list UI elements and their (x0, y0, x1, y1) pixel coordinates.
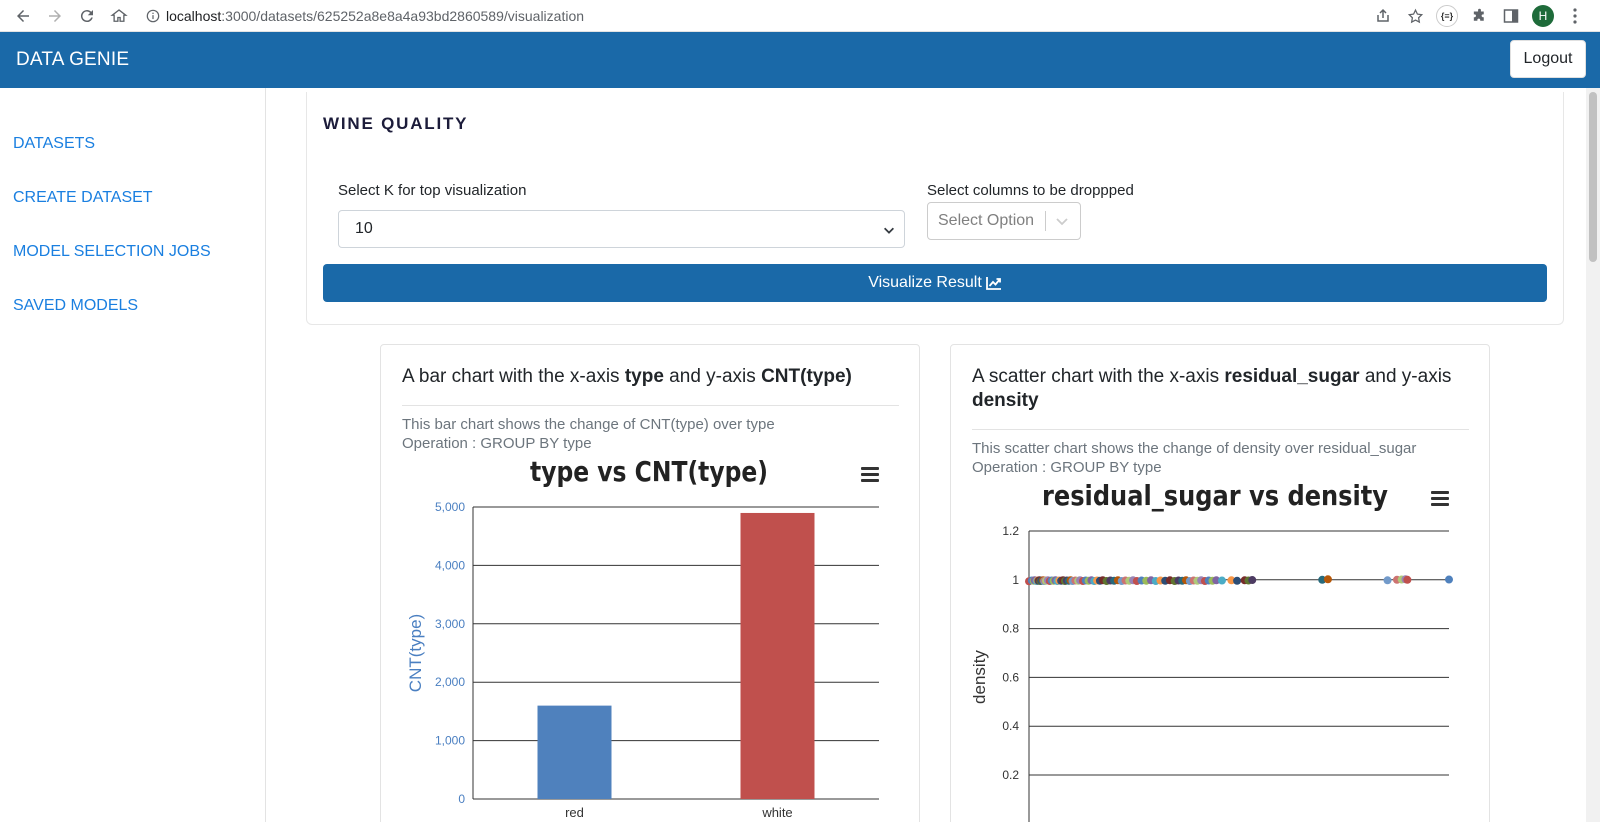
title-text: A bar chart with the x-axis (402, 366, 625, 387)
scatter-point (1248, 576, 1257, 585)
sidebar: DATASETS CREATE DATASET MODEL SELECTION … (0, 88, 266, 822)
scatter-point (1323, 575, 1332, 584)
description-line: This scatter chart shows the change of d… (972, 440, 1417, 457)
title-text: and y-axis (663, 366, 762, 387)
bar (740, 512, 815, 799)
forward-icon[interactable] (40, 2, 70, 30)
visualize-result-label: Visualize Result (868, 274, 982, 291)
y-tick-label: 1,000 (435, 734, 465, 748)
columns-multiselect[interactable]: Select Option (927, 202, 1081, 240)
profile-avatar[interactable]: H (1532, 5, 1554, 27)
scatter-point (1217, 576, 1226, 585)
k-select-value: 10 (355, 220, 373, 237)
title-x-field: type (624, 366, 664, 387)
title-text: and y-axis (1359, 366, 1452, 387)
title-y-field: density (972, 390, 1039, 411)
bar-chart-card: A bar chart with the x-axis type and y-a… (380, 344, 920, 822)
address-bar[interactable]: localhost:3000/datasets/625252a8e8a4a93b… (140, 3, 1410, 29)
side-panel-icon[interactable] (1500, 5, 1522, 27)
sidebar-item-create-dataset[interactable]: CREATE DATASET (13, 189, 153, 207)
share-icon[interactable] (1372, 5, 1394, 27)
operation-line: Operation : GROUP BY type (402, 435, 592, 452)
bar (537, 705, 612, 799)
scatter-point (1445, 575, 1453, 584)
y-tick-label: 0.8 (1002, 622, 1019, 636)
y-tick-label: 3,000 (435, 617, 465, 631)
sidebar-item-datasets[interactable]: DATASETS (13, 135, 95, 153)
bookmark-star-icon[interactable] (1404, 5, 1426, 27)
y-tick-label: 2,000 (435, 675, 465, 689)
scatter-point (1403, 575, 1412, 584)
y-tick-label: 1 (1012, 573, 1019, 587)
dataset-title: WINE QUALITY (323, 114, 469, 133)
visualize-result-button[interactable]: Visualize Result (323, 264, 1547, 302)
site-info-icon[interactable] (140, 9, 166, 23)
divider (402, 405, 899, 406)
x-tick-label: red (565, 805, 584, 820)
back-icon[interactable] (8, 2, 38, 30)
title-text: A scatter chart with the x-axis (972, 366, 1225, 387)
columns-multiselect-placeholder: Select Option (938, 212, 1035, 229)
multiselect-separator (1045, 211, 1046, 231)
k-select-label: Select K for top visualization (338, 182, 527, 199)
browser-menu-icon[interactable] (1564, 5, 1586, 27)
bar-chart-svg: type vs CNT(type) 5,000 4,000 3,000 2,000 1,0… (406, 455, 879, 820)
y-tick-label: 5,000 (435, 500, 465, 514)
url-path: :3000/datasets/625252a8e8a4a93bd2860589/… (221, 8, 585, 24)
bar-chart-description: This bar chart shows the change of CNT(t… (402, 415, 775, 453)
scatter-chart-card: A scatter chart with the x-axis residual… (950, 344, 1490, 822)
y-axis-label: CNT(type) (406, 614, 425, 692)
app-header: DATA GENIE Logout (0, 32, 1600, 88)
x-tick-label: white (761, 805, 792, 820)
scatter-chart-description: This scatter chart shows the change of d… (972, 439, 1416, 477)
scrollbar-thumb[interactable] (1589, 92, 1597, 262)
chart-title: residual_sugar vs density (1042, 479, 1388, 512)
sidebar-item-saved-models[interactable]: SAVED MODELS (13, 297, 138, 315)
operation-line: Operation : GROUP BY type (972, 459, 1162, 476)
extension-json-icon[interactable]: {≡} (1436, 5, 1458, 27)
description-line: This bar chart shows the change of CNT(t… (402, 416, 775, 433)
reload-icon[interactable] (72, 2, 102, 30)
extensions-puzzle-icon[interactable] (1468, 5, 1490, 27)
y-tick-label: 0.4 (1002, 719, 1019, 733)
bar-chart-card-title: A bar chart with the x-axis type and y-a… (402, 365, 902, 389)
y-tick-label: 4,000 (435, 558, 465, 572)
chevron-down-icon (884, 227, 894, 234)
divider (972, 429, 1469, 430)
url-host: localhost (166, 8, 222, 24)
chevron-down-icon[interactable] (1054, 213, 1070, 229)
main-content: WINE QUALITY Select K for top visualizat… (266, 88, 1600, 822)
scatter-point (1233, 576, 1242, 585)
browser-toolbar: localhost:3000/datasets/625252a8e8a4a93b… (0, 0, 1600, 32)
page-scrollbar[interactable] (1586, 88, 1600, 822)
title-y-field: CNT(type) (761, 366, 852, 387)
y-tick-label: 1.2 (1002, 524, 1019, 538)
brand-title[interactable]: DATA GENIE (16, 49, 129, 71)
cols-select-label: Select columns to be droppped (927, 182, 1134, 199)
y-axis-label: density (970, 650, 989, 704)
y-tick-label: 0.2 (1002, 768, 1019, 782)
title-x-field: residual_sugar (1224, 366, 1360, 387)
controls-card: WINE QUALITY Select K for top visualizat… (306, 92, 1564, 325)
sidebar-item-model-selection-jobs[interactable]: MODEL SELECTION JOBS (13, 243, 211, 261)
home-icon[interactable] (104, 2, 134, 30)
url-text: localhost:3000/datasets/625252a8e8a4a93b… (166, 8, 584, 24)
y-tick-label: 0.6 (1002, 670, 1019, 684)
chart-line-icon (985, 277, 1001, 290)
logout-button[interactable]: Logout (1510, 40, 1586, 78)
scatter-chart-card-title: A scatter chart with the x-axis residual… (972, 365, 1472, 413)
y-tick-label: 0 (458, 792, 465, 806)
chart-title: type vs CNT(type) (530, 455, 768, 488)
scatter-chart-svg: residual_sugar vs density 1.2 1 0.8 0.6 0.4 0.… (970, 479, 1453, 822)
scatter-point (1383, 576, 1392, 585)
k-select[interactable]: 10 (338, 210, 905, 248)
